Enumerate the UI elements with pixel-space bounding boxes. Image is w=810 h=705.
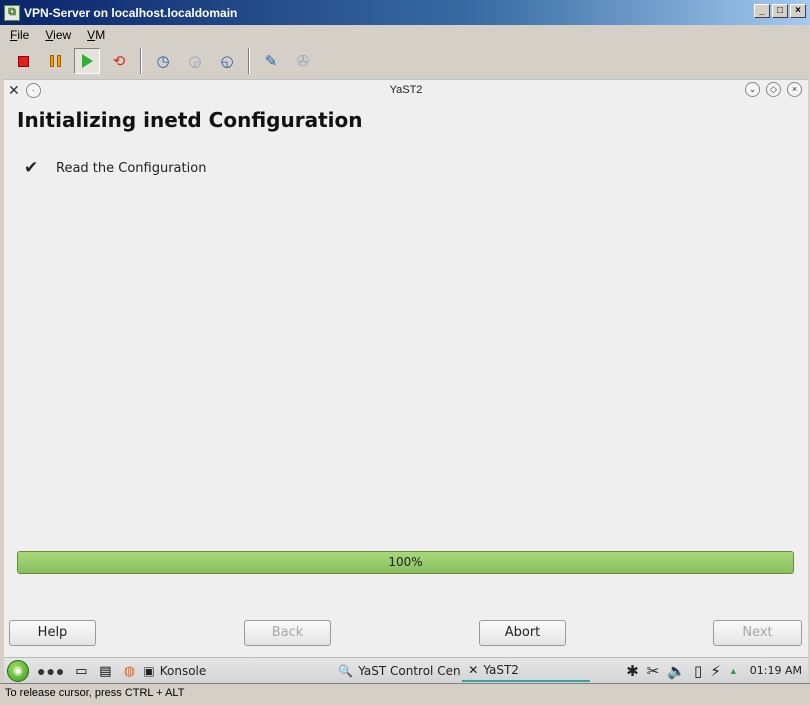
next-button-label: Next: [742, 625, 773, 640]
maximize-button[interactable]: □: [772, 4, 788, 18]
menu-file[interactable]: File: [8, 26, 31, 44]
status-bar: To release cursor, press CTRL + ALT: [0, 683, 810, 705]
edit-settings-button[interactable]: ✎: [258, 48, 284, 74]
guest-display[interactable]: ✕ · YaST2 ⌄ ◇ × Initializing inetd Confi…: [4, 79, 808, 683]
expand-tray-icon[interactable]: ▲: [729, 666, 738, 676]
file-manager-icon[interactable]: ▤: [97, 663, 113, 679]
menu-vm[interactable]: VM: [85, 26, 107, 44]
help-button[interactable]: Help: [9, 620, 96, 646]
back-button-label: Back: [271, 625, 304, 640]
manage-snapshots-icon: ◵: [220, 53, 234, 70]
power-on-icon: [81, 54, 93, 68]
step-label: Read the Configuration: [56, 160, 207, 176]
next-button[interactable]: Next: [713, 620, 802, 646]
progress-bar: 100%: [17, 551, 794, 574]
dots-menu-icon[interactable]: ●●●: [37, 663, 65, 679]
window-controls: _ □ ×: [754, 4, 806, 18]
abort-button[interactable]: Abort: [479, 620, 566, 646]
tools-button[interactable]: ✇: [290, 48, 316, 74]
yast-title-bar[interactable]: ✕ · YaST2 ⌄ ◇ ×: [4, 80, 808, 100]
maximize-icon[interactable]: ◇: [766, 82, 781, 97]
snapshot-icon: ◷: [156, 53, 170, 70]
step-item: ✔ Read the Configuration: [24, 158, 206, 178]
menu-view[interactable]: View: [43, 26, 73, 44]
window-title: VPN-Server on localhost.localdomain: [24, 5, 238, 20]
edit-settings-icon: ✎: [264, 53, 278, 70]
task-yast-control-center-label: YaST Control Cen: [358, 663, 461, 678]
checkmark-icon: ✔: [24, 158, 39, 178]
firefox-icon[interactable]: ◍: [121, 663, 137, 679]
yast-app-icon: ✕: [8, 82, 20, 98]
toolbar-separator: [248, 48, 250, 74]
yast-control-center-icon: 🔍: [338, 663, 354, 678]
window-title-bar[interactable]: ⧉ VPN-Server on localhost.localdomain _ …: [0, 0, 810, 25]
reset-button[interactable]: ⟲: [106, 48, 132, 74]
minimize-icon[interactable]: ⌄: [745, 82, 760, 97]
window-menu-icon[interactable]: ·: [25, 83, 41, 98]
revert-snapshot-button[interactable]: ◶: [182, 48, 208, 74]
yast-icon: ✕: [468, 662, 479, 677]
progress-label: 100%: [388, 555, 423, 569]
abort-button-label: Abort: [504, 625, 541, 640]
close-button[interactable]: ×: [790, 4, 806, 18]
page-title: Initializing inetd Configuration: [17, 108, 363, 132]
task-yast-control-center[interactable]: 🔍 YaST Control Cen: [332, 660, 462, 682]
volume-icon[interactable]: 🔈: [667, 662, 686, 680]
help-button-label: Help: [37, 625, 68, 640]
bug-icon[interactable]: ✱: [626, 662, 639, 680]
toolbar-separator: [140, 48, 142, 74]
kde-taskbar: ◉ ●●● ▭ ▤ ◍ ▣ Konsole 🔍 YaST Control Cen…: [4, 657, 808, 683]
revert-snapshot-icon: ◶: [188, 53, 202, 70]
scissors-icon[interactable]: ✂: [647, 662, 660, 680]
vmware-app-icon: ⧉: [4, 4, 20, 21]
clock[interactable]: 01:19 AM: [750, 664, 802, 677]
system-tray: ✱ ✂ 🔈 ▯ ⚡ ▲ 01:19 AM: [626, 662, 808, 680]
yast-title-left-icons: ✕ ·: [8, 82, 41, 99]
power-on-button[interactable]: [74, 48, 100, 74]
minimize-button[interactable]: _: [754, 4, 770, 18]
task-yast2[interactable]: ✕ YaST2: [462, 660, 591, 682]
tools-icon: ✇: [296, 53, 310, 70]
suspend-button[interactable]: [42, 48, 68, 74]
reset-icon: ⟲: [112, 53, 126, 70]
suspend-icon: [49, 55, 61, 67]
menu-bar: File View VM: [0, 25, 810, 45]
yast-title-right-icons: ⌄ ◇ ×: [745, 82, 802, 97]
vm-toolbar: ⟲ ◷ ◶ ◵ ✎ ✇: [0, 45, 810, 77]
task-konsole-label: Konsole: [159, 663, 207, 678]
task-konsole[interactable]: ▣ Konsole: [137, 660, 212, 682]
back-button[interactable]: Back: [244, 620, 331, 646]
network-disconnected-icon[interactable]: ⚡: [710, 662, 721, 680]
kde-menu-button[interactable]: ◉: [7, 659, 29, 682]
power-off-button[interactable]: [10, 48, 36, 74]
close-icon[interactable]: ×: [787, 82, 802, 97]
manage-snapshots-button[interactable]: ◵: [214, 48, 240, 74]
terminal-icon: ▣: [143, 663, 155, 678]
task-yast2-label: YaST2: [483, 662, 519, 677]
desktop-pager-icon[interactable]: ▭: [73, 663, 89, 679]
snapshot-button[interactable]: ◷: [150, 48, 176, 74]
power-off-icon: [17, 55, 29, 67]
battery-icon[interactable]: ▯: [694, 662, 702, 680]
yast-window-title: YaST2: [389, 84, 423, 96]
